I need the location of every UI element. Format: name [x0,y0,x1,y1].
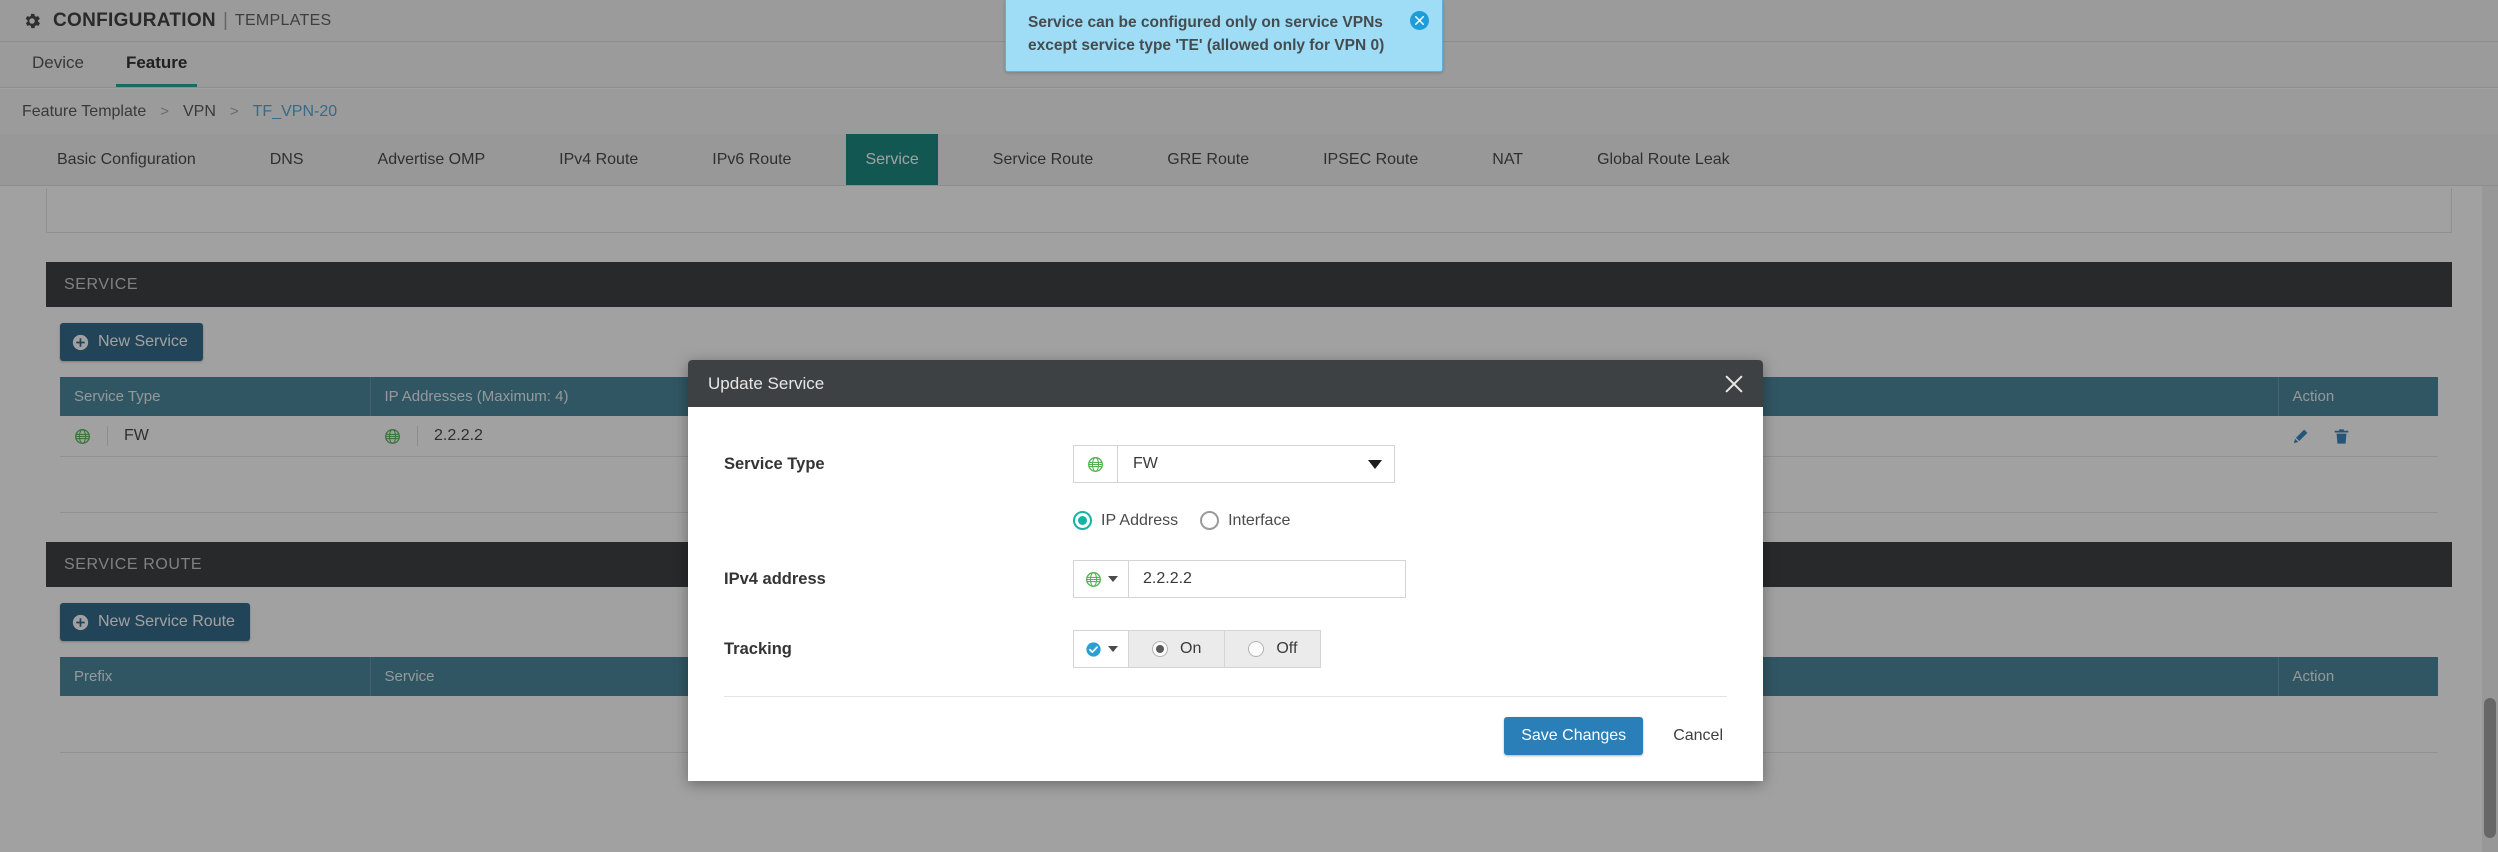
ipv4-address-label: IPv4 address [724,569,826,588]
dialog-body: Service Type FW IP Address Interface IPv… [688,407,1763,672]
cancel-button[interactable]: Cancel [1669,721,1727,751]
tracking-off-indicator [1248,641,1265,657]
notification-toast: Service can be configured only on servic… [1005,0,1443,72]
chevron-down-icon [1107,646,1118,652]
service-type-label: Service Type [724,454,825,473]
ipv4-address-scope-selector[interactable] [1073,560,1129,598]
chevron-down-icon [1107,576,1118,582]
service-type-selected-value: FW [1133,455,1158,472]
tracking-scope-selector[interactable] [1073,630,1129,668]
dialog-title: Update Service [708,373,825,393]
tracking-on-label: On [1180,640,1202,657]
notification-message: Service can be configured only on servic… [1028,14,1385,54]
close-icon[interactable] [1410,11,1429,30]
radio-interface[interactable]: Interface [1200,511,1290,530]
radio-ip-address[interactable]: IP Address [1073,511,1178,530]
chevron-down-icon [1368,459,1382,469]
tracking-toggle-group: On Off [1129,630,1322,668]
globe-icon [1085,571,1102,588]
ipv4-address-field-row: IPv4 address [724,556,1727,602]
tracking-option-off[interactable]: Off [1224,631,1320,667]
tracking-off-label: Off [1276,640,1298,657]
service-type-field-row: Service Type FW [724,441,1727,487]
check-icon [1085,641,1102,658]
ipv4-address-input[interactable] [1129,560,1406,598]
radio-ip-address-indicator [1073,511,1092,530]
tracking-field-row: Tracking On Off [724,626,1727,672]
update-service-dialog: Update Service Service Type FW IP Addres… [688,360,1763,781]
address-mode-radio-group: IP Address Interface [1073,511,1727,530]
service-type-scope-selector[interactable] [1073,445,1118,483]
dialog-footer: Save Changes Cancel [688,697,1763,781]
radio-ip-address-label: IP Address [1101,511,1179,529]
service-type-select[interactable]: FW [1118,445,1395,483]
tracking-on-indicator [1152,641,1168,657]
close-icon[interactable] [1723,373,1745,395]
dialog-header: Update Service [688,360,1763,407]
save-changes-button[interactable]: Save Changes [1504,717,1644,755]
radio-interface-indicator [1200,511,1220,530]
tracking-option-on[interactable]: On [1129,631,1224,667]
globe-icon [1087,456,1104,473]
tracking-label: Tracking [724,639,792,658]
radio-interface-label: Interface [1228,511,1291,529]
